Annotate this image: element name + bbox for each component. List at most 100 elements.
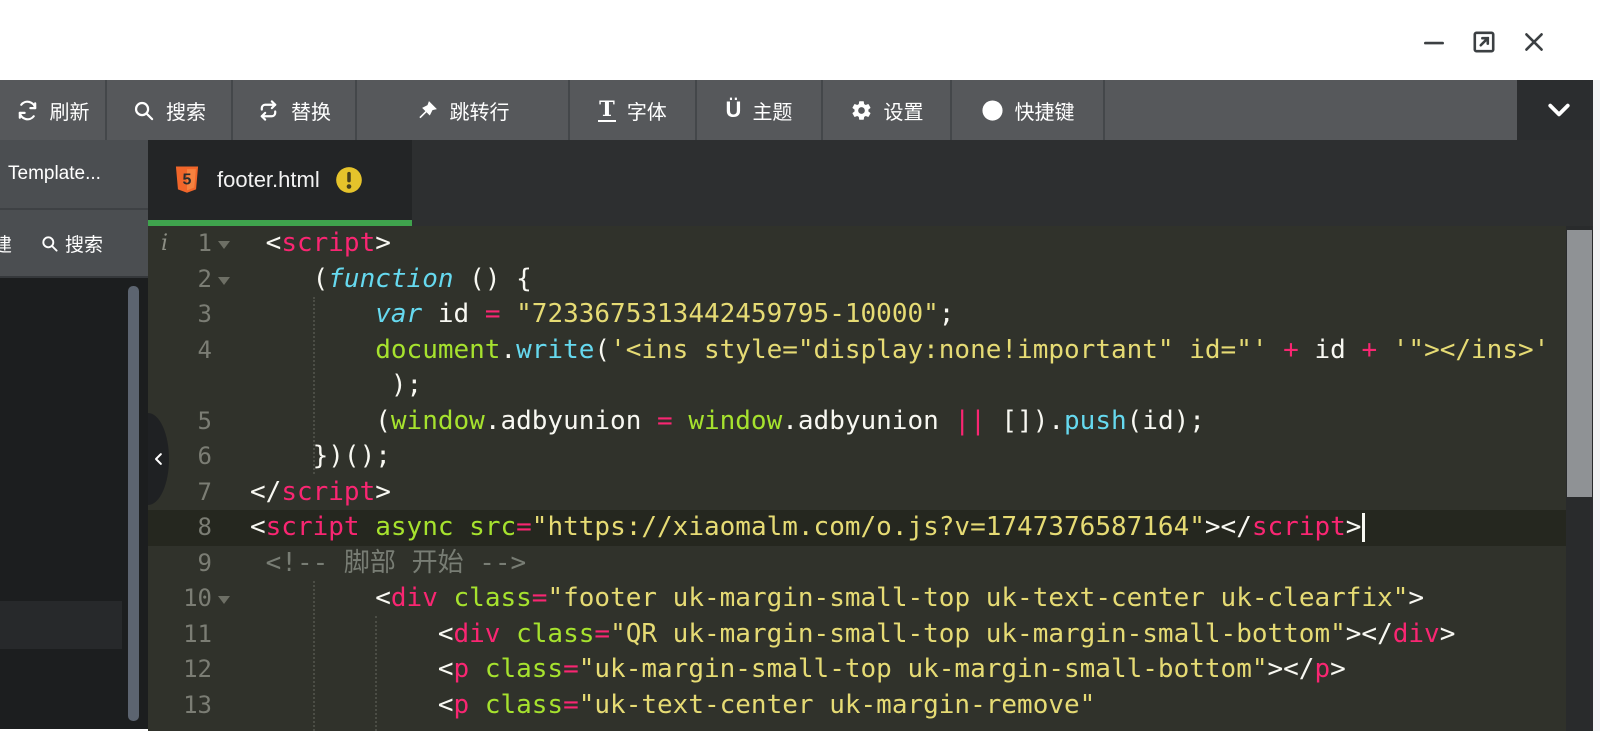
gutter-line-number: 10 bbox=[148, 581, 245, 617]
toolbar-spacer bbox=[1105, 80, 1517, 140]
toolbar: 刷新 搜索 替换 跳转行 T 字体 Ü 主题 设置? 快捷键 bbox=[0, 80, 1600, 140]
warning-icon[interactable] bbox=[335, 166, 363, 194]
new-file-button[interactable]: 建 bbox=[0, 230, 12, 257]
gutter-line-number: 1i bbox=[148, 226, 245, 262]
fold-arrow-icon[interactable] bbox=[218, 277, 230, 285]
code-text: document.write('<ins style="display:none… bbox=[245, 333, 1549, 369]
gutter-line-number: 3 bbox=[148, 297, 245, 333]
code-text: <p class="uk-margin-small-top uk-margin-… bbox=[245, 652, 1346, 688]
toolbar-replace-button[interactable]: 替换 bbox=[233, 80, 357, 140]
gutter-line-number: 2 bbox=[148, 262, 245, 298]
code-text: <div class="footer uk-margin-small-top u… bbox=[245, 581, 1424, 617]
tree-scrollbar[interactable] bbox=[128, 286, 139, 721]
code-text: <script async src="https://xiaomalm.com/… bbox=[245, 510, 1365, 546]
page-scrollbar-track[interactable] bbox=[1593, 80, 1600, 731]
toolbar-replace-label: 替换 bbox=[291, 96, 331, 125]
sidebar-header-label: Template... bbox=[8, 163, 101, 185]
sidebar-actions: 建 搜索 bbox=[0, 210, 148, 278]
code-line-2[interactable]: 2 (function () { bbox=[148, 262, 1566, 298]
chevron-down-icon bbox=[1544, 95, 1574, 125]
maximize-icon[interactable] bbox=[1470, 28, 1498, 56]
toolbar-settings-label: 设置 bbox=[884, 96, 924, 125]
file-tree[interactable] bbox=[0, 278, 148, 729]
tab-footer-html[interactable]: 5 footer.html bbox=[148, 140, 412, 226]
toolbar-goto-line-label: 跳转行 bbox=[450, 96, 510, 125]
chevron-left-icon bbox=[150, 450, 168, 468]
sidebar: Template... 建 搜索 bbox=[0, 140, 148, 731]
toolbar-collapse-button[interactable] bbox=[1517, 80, 1600, 140]
gutter-line-number: 11 bbox=[148, 617, 245, 653]
toolbar-search-button[interactable]: 搜索 bbox=[107, 80, 233, 140]
toolbar-shortcuts-button[interactable]: ? 快捷键 bbox=[952, 80, 1105, 140]
toolbar-search-label: 搜索 bbox=[166, 96, 206, 125]
toolbar-font-button[interactable]: T 字体 bbox=[570, 80, 697, 140]
gutter-line-number: 13 bbox=[148, 688, 245, 724]
annotation-info-icon: i bbox=[161, 226, 168, 262]
toolbar-shortcuts-label: 快捷键 bbox=[1015, 96, 1075, 125]
toolbar-refresh-label: 刷新 bbox=[50, 96, 90, 125]
text-cursor bbox=[1362, 513, 1365, 542]
html5-icon: 5 bbox=[172, 164, 202, 196]
code-text: <!-- 脚部 开始 --> bbox=[245, 546, 526, 582]
code-line-12[interactable]: 12 <p class="uk-margin-small-top uk-marg… bbox=[148, 652, 1566, 688]
refresh-icon bbox=[16, 99, 39, 122]
code-line-5[interactable]: 5 (window.adbyunion = window.adbyunion |… bbox=[148, 404, 1566, 440]
toolbar-goto-line-button[interactable]: 跳转行 bbox=[357, 80, 570, 140]
toolbar-refresh-button[interactable]: 刷新 bbox=[0, 80, 107, 140]
code-line-11[interactable]: 11 <div class="QR uk-margin-small-top uk… bbox=[148, 617, 1566, 653]
code-text: (window.adbyunion = window.adbyunion || … bbox=[245, 404, 1205, 440]
toolbar-theme-label: 主题 bbox=[752, 96, 792, 125]
gutter-line-number: 4 bbox=[148, 333, 245, 369]
tab-label: footer.html bbox=[217, 167, 320, 193]
pin-icon bbox=[416, 99, 439, 122]
code-line-1[interactable]: 1i <script> bbox=[148, 226, 1566, 262]
code-text: <div class="QR uk-margin-small-top uk-ma… bbox=[245, 617, 1455, 653]
search-icon bbox=[40, 234, 59, 253]
fold-arrow-icon[interactable] bbox=[218, 596, 230, 604]
code-line-13[interactable]: 13 <p class="uk-text-center uk-margin-re… bbox=[148, 688, 1566, 724]
code-line-wrap[interactable]: ); bbox=[148, 368, 1566, 404]
tree-selected-row[interactable] bbox=[0, 601, 122, 649]
code-text: </script> bbox=[245, 475, 391, 511]
sidebar-header: Template... bbox=[0, 140, 148, 210]
editor-scrollbar-thumb[interactable] bbox=[1567, 230, 1592, 497]
svg-text:5: 5 bbox=[183, 171, 192, 188]
window-controls bbox=[1420, 28, 1548, 56]
search-icon bbox=[132, 99, 155, 122]
code-line-3[interactable]: 3 var id = "7233675313442459795-10000"; bbox=[148, 297, 1566, 333]
toolbar-theme-button[interactable]: Ü 主题 bbox=[697, 80, 823, 140]
code-line-9[interactable]: 9 <!-- 脚部 开始 --> bbox=[148, 546, 1566, 582]
code-line-10[interactable]: 10 <div class="footer uk-margin-small-to… bbox=[148, 581, 1566, 617]
code-line-4[interactable]: 4 document.write('<ins style="display:no… bbox=[148, 333, 1566, 369]
toolbar-settings-button[interactable]: 设置 bbox=[823, 80, 952, 140]
minimize-icon[interactable] bbox=[1420, 28, 1448, 56]
code-text: })(); bbox=[245, 439, 391, 475]
app-window: 刷新搜索替换跳转行T字体Ü主题设置?快捷键 Template... 建 搜索 5 bbox=[0, 0, 1600, 731]
gear-icon bbox=[850, 99, 873, 122]
font-icon: T bbox=[598, 98, 616, 122]
gutter-line-number: 12 bbox=[148, 652, 245, 688]
code-line-7[interactable]: 7</script> bbox=[148, 475, 1566, 511]
code-text: var id = "7233675313442459795-10000"; bbox=[245, 297, 954, 333]
close-icon[interactable] bbox=[1520, 28, 1548, 56]
gutter-line-number: 9 bbox=[148, 546, 245, 582]
fold-arrow-icon[interactable] bbox=[218, 241, 230, 249]
help-icon: ? bbox=[981, 99, 1004, 122]
gutter-line-number: 8 bbox=[148, 510, 245, 546]
toolbar-font-label: 字体 bbox=[627, 96, 667, 125]
svg-text:?: ? bbox=[988, 103, 997, 119]
gutter-line-number bbox=[148, 368, 245, 404]
titlebar bbox=[0, 0, 1600, 80]
code-text: ); bbox=[245, 368, 422, 404]
code-line-6[interactable]: 6 })(); bbox=[148, 439, 1566, 475]
theme-icon: Ü bbox=[726, 99, 742, 121]
code-line-8[interactable]: 8<script async src="https://xiaomalm.com… bbox=[148, 510, 1566, 546]
code-editor[interactable]: 1i <script>2 (function () {3 var id = "7… bbox=[148, 226, 1566, 731]
tabbar: 5 footer.html bbox=[148, 140, 1593, 226]
sidebar-search-label: 搜索 bbox=[65, 230, 103, 257]
sidebar-search-button[interactable]: 搜索 bbox=[40, 230, 103, 257]
code-text: <script> bbox=[245, 226, 391, 262]
code-text: (function () { bbox=[245, 262, 532, 298]
code-text: <p class="uk-text-center uk-margin-remov… bbox=[245, 688, 1095, 724]
replace-icon bbox=[257, 99, 280, 122]
